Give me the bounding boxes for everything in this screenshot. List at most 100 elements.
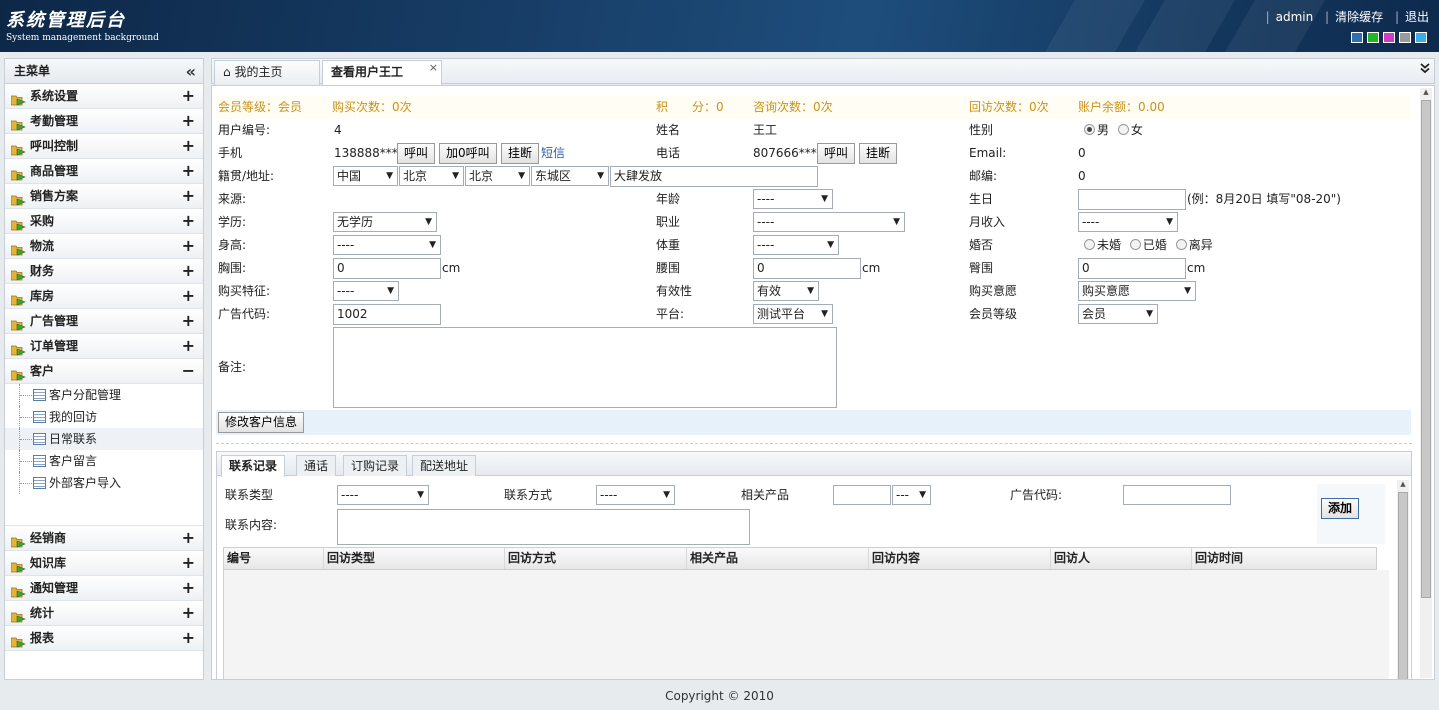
expand-toggle-icon[interactable]: + bbox=[182, 84, 195, 108]
related-product-input[interactable] bbox=[833, 485, 891, 505]
contact-ad-code-input[interactable] bbox=[1123, 485, 1231, 505]
expand-toggle-icon[interactable]: + bbox=[182, 284, 195, 308]
sidebar-item[interactable]: 经销商 + bbox=[5, 526, 203, 551]
tab-home[interactable]: ⌂ 我的主页 bbox=[214, 60, 320, 85]
expand-toggle-icon[interactable]: + bbox=[182, 626, 195, 650]
sidebar-item[interactable]: 库房 + bbox=[5, 284, 203, 309]
expand-toggle-icon[interactable]: + bbox=[182, 309, 195, 333]
main-scrollbar[interactable]: ▲ bbox=[1420, 88, 1432, 678]
validity-select[interactable]: 有效 bbox=[753, 281, 819, 301]
ad-code-input[interactable]: 1002 bbox=[333, 304, 441, 325]
sidebar-subitem[interactable]: 客户分配管理 bbox=[5, 384, 203, 406]
expand-toggle-icon[interactable]: + bbox=[182, 576, 195, 600]
gender-female-radio[interactable] bbox=[1117, 124, 1129, 135]
sidebar-item[interactable]: 呼叫控制 + bbox=[5, 134, 203, 159]
expand-toggle-icon[interactable]: + bbox=[182, 526, 195, 550]
feature-select[interactable]: ---- bbox=[333, 281, 399, 301]
marital-divorced-radio[interactable] bbox=[1175, 239, 1187, 250]
update-customer-button[interactable]: 修改客户信息 bbox=[218, 412, 305, 433]
expand-toggle-icon[interactable]: − bbox=[182, 359, 195, 383]
theme-green-button[interactable] bbox=[1367, 32, 1379, 43]
age-select[interactable]: ---- bbox=[753, 189, 833, 209]
sidebar-item[interactable]: 统计 + bbox=[5, 601, 203, 626]
user-link[interactable]: admin bbox=[1276, 10, 1314, 24]
sidebar-item[interactable]: 财务 + bbox=[5, 259, 203, 284]
sidebar-item[interactable]: 销售方案 + bbox=[5, 184, 203, 209]
sidebar-item[interactable]: 考勤管理 + bbox=[5, 109, 203, 134]
clear-cache-link[interactable]: 清除缓存 bbox=[1335, 10, 1383, 24]
expand-toggle-icon[interactable]: + bbox=[182, 159, 195, 183]
close-tab-icon[interactable]: × bbox=[429, 56, 438, 79]
expand-toggle-icon[interactable]: + bbox=[182, 601, 195, 625]
sidebar-item[interactable]: 订单管理 + bbox=[5, 334, 203, 359]
hip-input[interactable]: 0 bbox=[1078, 258, 1186, 279]
sidebar-subitem[interactable]: 客户留言 bbox=[5, 450, 203, 472]
tab-orders[interactable]: 订购记录 bbox=[343, 455, 408, 476]
tabs-dropdown-icon[interactable] bbox=[1420, 62, 1430, 77]
add-contact-button[interactable]: 添加 bbox=[1321, 498, 1360, 519]
call0-mobile-button[interactable]: 加0呼叫 bbox=[439, 143, 497, 164]
sidebar-subitem[interactable]: 日常联系 bbox=[5, 428, 203, 450]
expand-toggle-icon[interactable]: + bbox=[182, 334, 195, 358]
hangup-phone-button[interactable]: 挂断 bbox=[859, 143, 898, 164]
expand-toggle-icon[interactable]: + bbox=[182, 109, 195, 133]
logout-link[interactable]: 退出 bbox=[1405, 10, 1429, 24]
sidebar-item[interactable]: 知识库 + bbox=[5, 551, 203, 576]
weight-select[interactable]: ---- bbox=[753, 235, 839, 255]
sidebar-item[interactable]: 通知管理 + bbox=[5, 576, 203, 601]
district-select[interactable]: 东城区 bbox=[531, 166, 609, 186]
sidebar-item[interactable]: 物流 + bbox=[5, 234, 203, 259]
theme-cyan-button[interactable] bbox=[1415, 32, 1427, 43]
contact-type-select[interactable]: ---- bbox=[337, 485, 429, 505]
sidebar-subitem[interactable]: 外部客户导入 bbox=[5, 472, 203, 494]
contact-way-select[interactable]: ---- bbox=[596, 485, 675, 505]
marital-single-radio[interactable] bbox=[1084, 239, 1095, 250]
sidebar-item[interactable]: 采购 + bbox=[5, 209, 203, 234]
height-select[interactable]: ---- bbox=[333, 235, 441, 255]
birthday-input[interactable] bbox=[1078, 189, 1186, 210]
contact-content-textarea[interactable] bbox=[337, 509, 750, 545]
sidebar-item[interactable]: 系统设置 + bbox=[5, 84, 203, 109]
waist-input[interactable]: 0 bbox=[753, 258, 861, 279]
job-select[interactable]: ---- bbox=[753, 212, 905, 232]
hangup-mobile-button[interactable]: 挂断 bbox=[501, 143, 540, 164]
member-level-select[interactable]: 会员 bbox=[1078, 304, 1158, 324]
education-select[interactable]: 无学历 bbox=[333, 212, 437, 232]
theme-gray-button[interactable] bbox=[1399, 32, 1411, 43]
sidebar-item[interactable]: 客户 − bbox=[5, 359, 203, 384]
collapse-sidebar-icon[interactable]: « bbox=[186, 59, 196, 84]
chest-input[interactable]: 0 bbox=[333, 258, 441, 279]
sidebar-item[interactable]: 报表 + bbox=[5, 626, 203, 651]
expand-toggle-icon[interactable]: + bbox=[182, 184, 195, 208]
platform-select[interactable]: 测试平台 bbox=[753, 304, 833, 324]
call-phone-button[interactable]: 呼叫 bbox=[817, 143, 856, 164]
grid-icon bbox=[33, 477, 46, 489]
income-select[interactable]: ---- bbox=[1078, 212, 1178, 232]
sidebar-item[interactable]: 广告管理 + bbox=[5, 309, 203, 334]
city-select[interactable]: 北京 bbox=[465, 166, 530, 186]
expand-toggle-icon[interactable]: + bbox=[182, 259, 195, 283]
expand-toggle-icon[interactable]: + bbox=[182, 209, 195, 233]
tab-contact-records[interactable]: 联系记录 bbox=[221, 455, 286, 477]
intent-select[interactable]: 购买意愿 bbox=[1078, 281, 1196, 301]
address-detail-input[interactable]: 大肆发放 bbox=[610, 166, 818, 187]
contact-scrollbar[interactable]: ▲ bbox=[1397, 480, 1409, 679]
country-select[interactable]: 中国 bbox=[333, 166, 398, 186]
sidebar-item[interactable]: 商品管理 + bbox=[5, 159, 203, 184]
expand-toggle-icon[interactable]: + bbox=[182, 551, 195, 575]
marital-married-radio[interactable] bbox=[1129, 239, 1141, 250]
theme-pink-button[interactable] bbox=[1383, 32, 1395, 43]
related-product-select[interactable]: --- bbox=[892, 485, 931, 505]
gender-male-radio[interactable] bbox=[1084, 124, 1095, 135]
expand-toggle-icon[interactable]: + bbox=[182, 134, 195, 158]
note-textarea[interactable] bbox=[333, 327, 837, 408]
sms-link[interactable]: 短信 bbox=[541, 142, 565, 165]
expand-toggle-icon[interactable]: + bbox=[182, 234, 195, 258]
sidebar-subitem[interactable]: 我的回访 bbox=[5, 406, 203, 428]
theme-blue-button[interactable] bbox=[1351, 32, 1363, 43]
tab-view-user[interactable]: 查看用户王工 × bbox=[322, 60, 442, 86]
tab-calls[interactable]: 通话 bbox=[296, 455, 337, 476]
province-select[interactable]: 北京 bbox=[399, 166, 464, 186]
call-mobile-button[interactable]: 呼叫 bbox=[397, 143, 436, 164]
tab-delivery-address[interactable]: 配送地址 bbox=[412, 455, 477, 476]
